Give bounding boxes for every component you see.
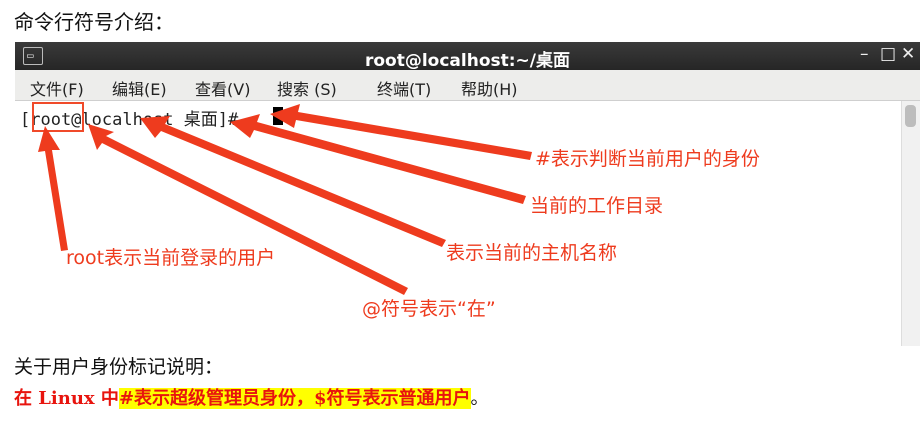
annotation-hash: #表示判断当前用户的身份 — [535, 148, 760, 170]
note-prefix: 在 Linux 中 — [14, 388, 119, 409]
annotation-workdir: 当前的工作目录 — [530, 195, 664, 217]
annotation-user: root表示当前登录的用户 — [66, 247, 276, 269]
annotation-hostname: 表示当前的主机名称 — [446, 242, 618, 264]
arrow-user — [38, 126, 68, 251]
note-body: 在 Linux 中#表示超级管理员身份，$符号表示普通用户。 — [14, 384, 489, 410]
note-highlight: #表示超级管理员身份，$符号表示普通用户 — [118, 388, 471, 409]
arrow-hash — [270, 104, 532, 160]
note-suffix: 。 — [470, 388, 489, 409]
annotation-at: @符号表示“在” — [362, 298, 496, 320]
note-title: 关于用户身份标记说明： — [14, 356, 224, 378]
